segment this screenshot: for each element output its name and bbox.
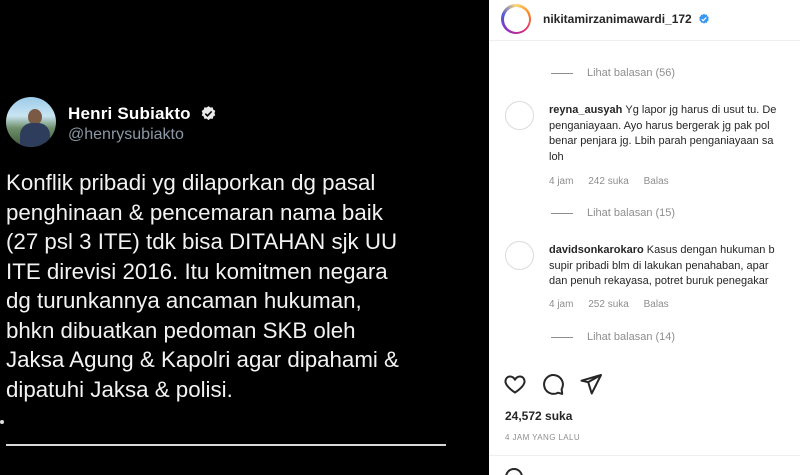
post-time-ago: 4 JAM YANG LALU xyxy=(505,433,581,442)
comment-likes[interactable]: 252 suka xyxy=(588,299,629,310)
comment-time: 4 jam xyxy=(549,176,574,187)
comment-meta: 4 jam 242 suka Balas xyxy=(549,176,681,187)
post-username-text[interactable]: nikitamirzanimawardi_172 xyxy=(543,12,692,26)
comment-avatar[interactable] xyxy=(505,101,534,130)
reply-button[interactable]: Balas xyxy=(644,299,669,310)
heart-icon[interactable] xyxy=(503,372,527,396)
tweet-line: penghinaan & pencemaran nama baik xyxy=(6,199,383,225)
comment-line-text: Yg lapor jg harus di usut tu. De xyxy=(625,104,777,116)
comment-likes[interactable]: 242 suka xyxy=(588,176,629,187)
tweet-author-name-text: Henri Subiakto xyxy=(68,104,191,123)
comment-line: reyna_ausyah Yg lapor jg harus di usut tu… xyxy=(549,103,800,119)
view-replies-button[interactable]: Lihat balasan (15) xyxy=(551,207,675,219)
verified-badge-icon xyxy=(699,13,709,24)
replies-dash xyxy=(551,212,573,214)
post-likes-count[interactable]: 24,572 suka xyxy=(505,409,572,423)
post-header: nikitamirzanimawardi_172 xyxy=(489,0,800,41)
comment-meta: 4 jam 252 suka Balas xyxy=(549,299,681,310)
comment-text: davidsonkarokaro Kasus dengan hukuman b s… xyxy=(549,243,800,290)
view-replies-button[interactable]: Lihat balasan (56) xyxy=(551,67,675,79)
comment-avatar[interactable] xyxy=(505,241,534,270)
comment-line: penganiayaan. Ayo harus bergerak jg pak … xyxy=(549,119,770,132)
instagram-panel: nikitamirzanimawardi_172 Lihat balasan (… xyxy=(489,0,800,475)
tweet-author-avatar xyxy=(6,97,56,147)
view-replies-label[interactable]: Lihat balasan (14) xyxy=(587,331,675,343)
comment-line-text: Kasus dengan hukuman b xyxy=(646,244,775,256)
tweet-line: bhkn dibuatkan pedoman SKB oleh xyxy=(6,317,356,343)
view-replies-label[interactable]: Lihat balasan (15) xyxy=(587,207,675,219)
reply-button[interactable]: Balas xyxy=(644,176,669,187)
tweet-body: Konflik pribadi yg dilaporkan dg pasal p… xyxy=(6,168,466,404)
comment-username[interactable]: davidsonkarokaro xyxy=(549,244,644,256)
tweet-line: Konflik pribadi yg dilaporkan dg pasal xyxy=(6,170,376,195)
comment-line: benar penjara jg. Lbih parah penganiayaa… xyxy=(549,135,774,147)
tweet-line: dipatuhi Jaksa & polisi. xyxy=(6,376,233,402)
view-replies-label[interactable]: Lihat balasan (56) xyxy=(587,67,675,79)
post-username[interactable]: nikitamirzanimawardi_172 xyxy=(543,12,710,26)
replies-dash xyxy=(551,336,573,338)
comment-line: dan penuh rekayasa, potret buruk penegak… xyxy=(549,275,769,287)
tweet-line: (27 psl 3 ITE) tdk bisa DITAHAN sjk UU xyxy=(6,229,398,254)
tweet-bullet-mark xyxy=(0,420,4,424)
comment-box-divider xyxy=(489,455,800,456)
comment-line: supir pribadi blm di lakukan penahaban, … xyxy=(549,259,769,272)
replies-dash xyxy=(551,72,573,74)
tweet-author-handle: @henrysubiakto xyxy=(68,126,184,143)
comment-username[interactable]: reyna_ausyah xyxy=(549,104,622,116)
comment-icon[interactable] xyxy=(541,372,565,396)
tweet-line: Jaksa Agung & Kapolri agar dipahami & xyxy=(6,347,399,372)
comment-time: 4 jam xyxy=(549,299,574,310)
profile-avatar[interactable] xyxy=(501,4,531,34)
tweet-divider xyxy=(6,444,446,446)
tweet-line: dg turunkannya ancaman hukuman, xyxy=(6,288,362,313)
verified-badge-icon xyxy=(201,106,216,121)
comment-line: loh xyxy=(549,150,564,163)
tweet-card: Henri Subiakto @henrysubiakto Konflik pr… xyxy=(0,0,489,475)
comment-text: reyna_ausyah Yg lapor jg harus di usut tu… xyxy=(549,103,800,165)
avatar-body xyxy=(20,123,50,147)
tweet-line: ITE direvisi 2016. Itu komitmen negara xyxy=(6,258,388,284)
view-replies-button[interactable]: Lihat balasan (14) xyxy=(551,331,675,343)
comment-line: davidsonkarokaro Kasus dengan hukuman b xyxy=(549,243,800,259)
share-icon[interactable] xyxy=(579,372,603,396)
tweet-author-name: Henri Subiakto xyxy=(68,104,217,124)
emoji-icon[interactable] xyxy=(505,468,523,475)
